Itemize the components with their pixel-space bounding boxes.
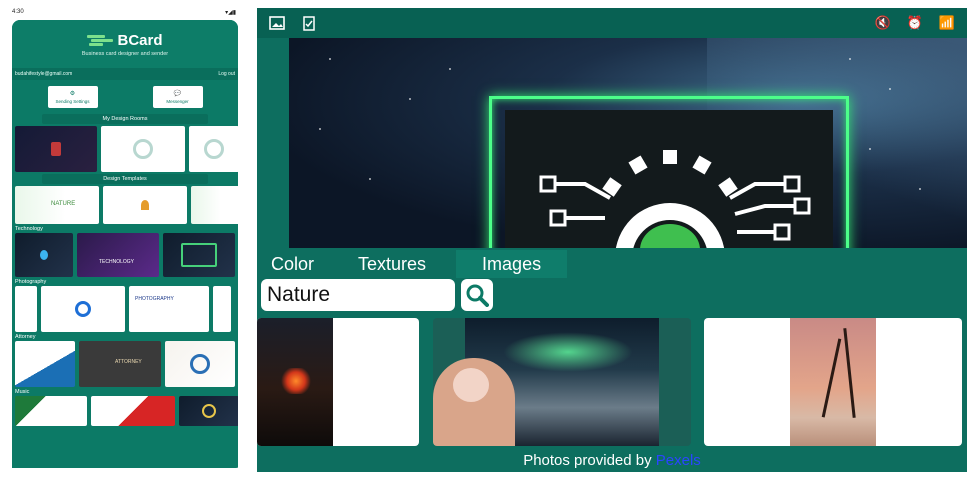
template-card[interactable] <box>163 233 235 277</box>
sending-settings-button[interactable]: ⚙ Sending Settings <box>47 86 98 108</box>
phone-status-bar: 4:30 ▾◢▮ <box>8 6 240 18</box>
category-photography: Photography <box>15 279 47 285</box>
template-card[interactable] <box>15 396 87 426</box>
wifi-icon: 📶 <box>938 15 955 30</box>
tablet-screenshot: 🔇 ⏰ 📶 Color Textures Images Nature Photo… <box>257 8 967 472</box>
search-button[interactable] <box>461 279 493 311</box>
bcard-app: BCard Business card designer and sender … <box>12 20 238 468</box>
action-row: ⚙ Sending Settings 💬 Messenger <box>12 80 238 112</box>
category-music: Music <box>15 389 30 395</box>
headphones-icon <box>202 404 216 418</box>
bulb-icon <box>40 250 48 260</box>
status-icons: ▾◢▮ <box>225 9 236 16</box>
photo-credit: Photos provided by Pexels <box>257 452 967 472</box>
gear-frame-icon <box>181 243 217 267</box>
image-result-beach[interactable] <box>704 318 962 446</box>
circle-emblem-icon <box>190 354 210 374</box>
category-attorney: Attorney <box>15 334 36 340</box>
card-text: PHOTOGRAPHY <box>135 296 174 302</box>
attorney-row: ATTORNEY <box>12 341 238 387</box>
template-card[interactable] <box>41 286 125 332</box>
palm-tree-icon <box>843 328 856 418</box>
brain-gear-icon <box>539 150 811 250</box>
app-header: BCard Business card designer and sender <box>12 20 238 68</box>
search-input[interactable] <box>261 279 455 311</box>
image-result-volcano[interactable] <box>257 318 419 446</box>
messenger-button[interactable]: 💬 Messenger <box>152 86 203 108</box>
design-room-card[interactable] <box>101 126 185 172</box>
sending-settings-label: Sending Settings <box>55 99 90 104</box>
account-row: budahifestyle@gmail.com Log out <box>12 68 238 80</box>
tab-bar: Color Textures Images <box>257 248 967 278</box>
search-row <box>261 279 493 311</box>
template-card[interactable] <box>213 286 231 332</box>
logo-stripes-icon <box>87 34 114 46</box>
search-icon <box>466 284 489 307</box>
template-card[interactable]: TECHNOLOGY <box>77 233 159 277</box>
tab-textures[interactable]: Textures <box>344 250 440 278</box>
design-rooms-title: My Design Rooms <box>42 114 208 124</box>
design-rooms-row <box>12 126 238 172</box>
image-results <box>257 318 967 448</box>
template-card[interactable] <box>15 286 37 332</box>
music-row <box>12 396 238 426</box>
account-email: budahifestyle@gmail.com <box>15 71 73 77</box>
card-preview[interactable] <box>289 38 967 250</box>
app-logo: BCard <box>87 31 163 49</box>
template-card[interactable] <box>179 396 238 426</box>
template-card[interactable] <box>103 186 187 224</box>
design-templates-title: Design Templates <box>42 174 208 184</box>
category-technology: Technology <box>15 226 43 232</box>
template-card[interactable]: PHOTOGRAPHY <box>129 286 209 332</box>
palm-tree-icon <box>821 338 842 418</box>
mute-icon: 🔇 <box>874 15 891 30</box>
tab-color[interactable]: Color <box>257 250 328 278</box>
card-emblem-icon <box>51 142 61 156</box>
credit-prefix: Photos provided by <box>523 452 652 469</box>
lock-icon <box>133 139 153 159</box>
template-card[interactable] <box>15 233 73 277</box>
logout-link[interactable]: Log out <box>218 71 235 77</box>
image-icon[interactable] <box>269 15 285 31</box>
lock-icon <box>204 139 224 159</box>
tab-images[interactable]: Images <box>456 250 568 278</box>
template-card[interactable]: ATTORNEY <box>79 341 161 387</box>
templates-row: NATURE <box>12 186 238 224</box>
messenger-label: Messenger <box>166 99 189 104</box>
tablet-status-bar: 🔇 ⏰ 📶 <box>257 8 967 38</box>
template-card[interactable] <box>165 341 235 387</box>
design-room-card[interactable] <box>189 126 238 172</box>
design-room-card[interactable] <box>15 126 97 172</box>
alarm-icon: ⏰ <box>906 15 923 30</box>
card-text: TECHNOLOGY <box>99 259 135 265</box>
chat-icon: 💬 <box>173 91 182 97</box>
card-text: ATTORNEY <box>115 359 142 365</box>
clipboard-check-icon[interactable] <box>301 15 317 31</box>
status-time: 4:30 <box>12 9 24 15</box>
pexels-link[interactable]: Pexels <box>656 452 701 469</box>
technology-row: TECHNOLOGY <box>12 233 238 277</box>
leaf-icon <box>141 200 149 210</box>
image-result-aurora[interactable] <box>433 318 691 446</box>
template-card[interactable] <box>15 341 75 387</box>
template-card[interactable] <box>191 186 238 224</box>
photography-row: PHOTOGRAPHY <box>12 286 238 332</box>
settings-icon: ⚙ <box>69 91 76 97</box>
app-title: BCard <box>117 31 163 49</box>
camera-icon <box>75 301 91 317</box>
template-card[interactable] <box>91 396 175 426</box>
beach-photo <box>790 318 876 446</box>
template-card[interactable]: NATURE <box>15 186 99 224</box>
phone-screenshot: 4:30 ▾◢▮ BCard Business card designer an… <box>8 6 240 468</box>
app-tagline: Business card designer and sender <box>81 50 169 57</box>
card-text: NATURE <box>51 201 76 207</box>
